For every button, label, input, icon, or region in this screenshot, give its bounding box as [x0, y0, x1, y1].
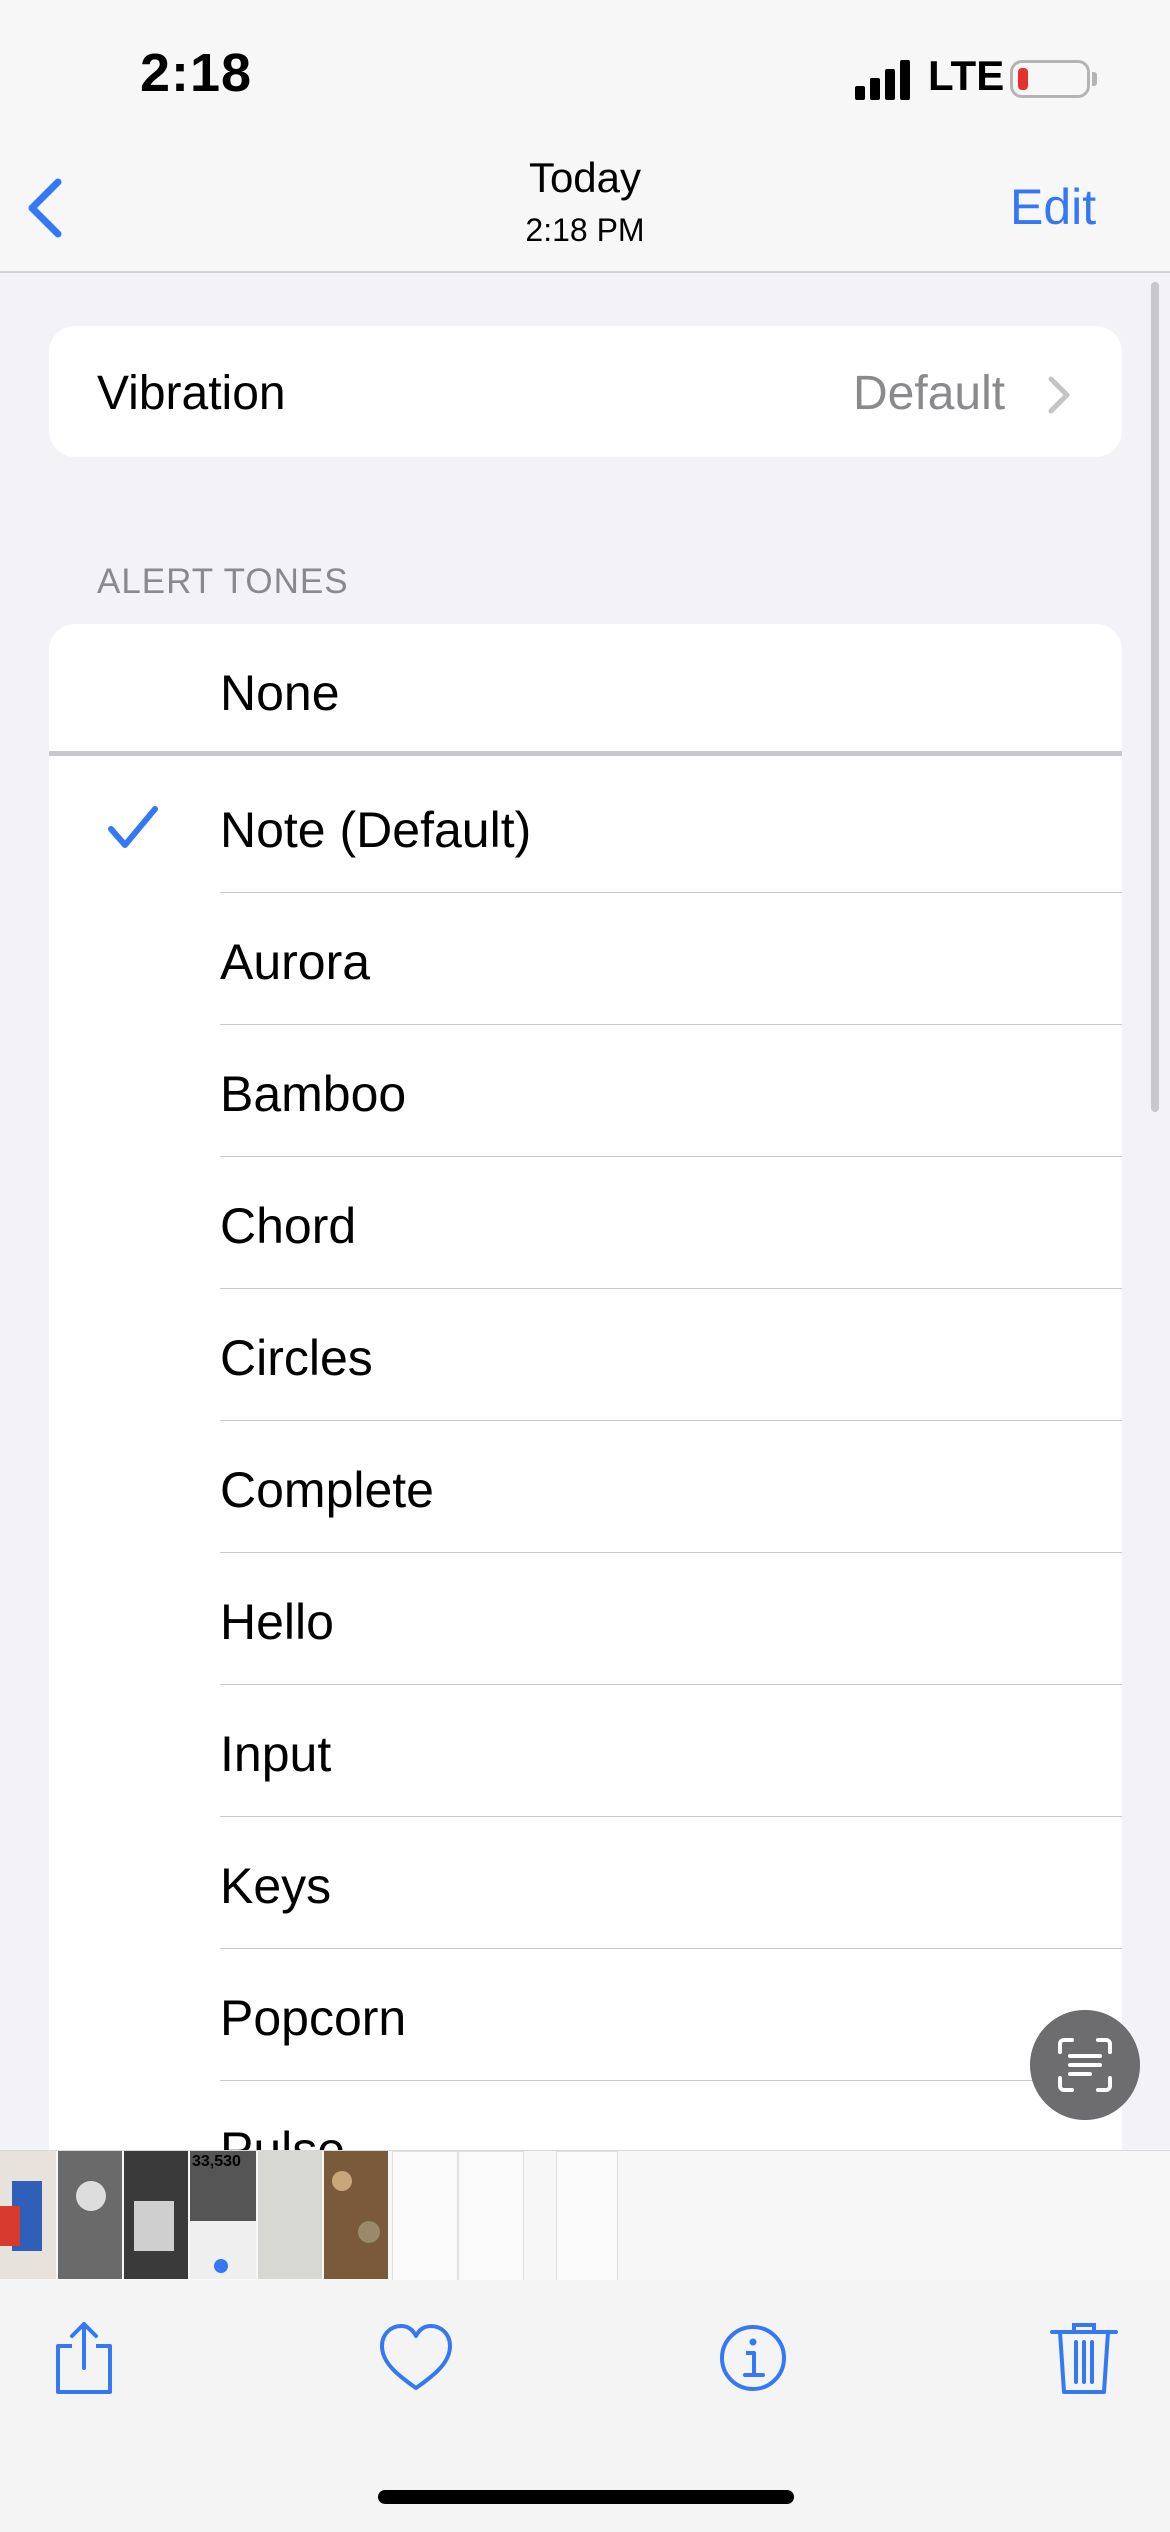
- tone-label: Circles: [220, 1330, 373, 1386]
- info-icon[interactable]: [713, 2318, 793, 2398]
- checkmark-icon: [108, 806, 158, 848]
- tone-row-aurora[interactable]: Aurora: [49, 893, 1122, 1025]
- tone-label: Hello: [220, 1594, 334, 1650]
- battery-tip: [1092, 72, 1097, 86]
- thumbnail[interactable]: 33,530: [190, 2151, 256, 2279]
- thumbnail[interactable]: [324, 2151, 388, 2279]
- tone-row-popcorn[interactable]: Popcorn: [49, 1949, 1122, 2081]
- tone-row-chord[interactable]: Chord: [49, 1157, 1122, 1289]
- nav-title: Today: [528, 154, 642, 201]
- tone-label: Note (Default): [220, 802, 532, 858]
- heart-icon[interactable]: [376, 2318, 456, 2398]
- tone-row-pulse[interactable]: Pulse: [49, 2081, 1122, 2154]
- tone-label: Bamboo: [220, 1066, 407, 1122]
- tone-row-none[interactable]: None: [49, 624, 1122, 756]
- tone-label: Chord: [220, 1198, 357, 1254]
- share-icon[interactable]: [44, 2318, 124, 2398]
- tone-row-hello[interactable]: Hello: [49, 1553, 1122, 1685]
- thumbnail-text: 33,530: [192, 2153, 241, 2170]
- tone-label: Popcorn: [220, 1990, 407, 2046]
- status-time: 2:18: [140, 43, 253, 103]
- vibration-label: Vibration: [97, 367, 286, 420]
- tone-label: None: [220, 665, 340, 721]
- thumbnail[interactable]: [458, 2151, 524, 2281]
- tone-row-note-default[interactable]: Note (Default): [49, 761, 1122, 893]
- nav-subtitle: 2:18 PM: [525, 212, 645, 248]
- network-type: LTE: [928, 52, 1005, 99]
- tone-row-complete[interactable]: Complete: [49, 1421, 1122, 1553]
- tone-label: Complete: [220, 1462, 434, 1518]
- thumbnail[interactable]: [556, 2151, 618, 2281]
- tone-row-bamboo[interactable]: Bamboo: [49, 1025, 1122, 1157]
- thumbnail[interactable]: [58, 2151, 122, 2279]
- battery-icon: [1010, 60, 1090, 98]
- alert-tones-list: None Note (Default) Aurora Bamboo Chord …: [49, 624, 1122, 2154]
- trash-icon[interactable]: [1044, 2318, 1124, 2398]
- chevron-right-icon: [1048, 376, 1070, 414]
- tone-label: Aurora: [220, 934, 371, 990]
- cellular-signal-icon: [855, 60, 910, 100]
- tone-label: Keys: [220, 1858, 332, 1914]
- thumbnail[interactable]: [0, 2151, 56, 2279]
- tone-row-input[interactable]: Input: [49, 1685, 1122, 1817]
- tone-label: Input: [220, 1726, 332, 1782]
- scroll-indicator[interactable]: [1151, 282, 1159, 1112]
- vibration-value: Default: [853, 367, 1006, 420]
- live-text-icon[interactable]: [1030, 2010, 1140, 2120]
- tone-row-circles[interactable]: Circles: [49, 1289, 1122, 1421]
- edit-button[interactable]: Edit: [1010, 178, 1096, 236]
- thumbnail[interactable]: [124, 2151, 188, 2279]
- thumbnail[interactable]: [392, 2151, 458, 2281]
- home-indicator: [378, 2490, 794, 2504]
- section-header-alert-tones: ALERT TONES: [97, 562, 349, 601]
- thumbnail-strip[interactable]: 33,530: [0, 2150, 1170, 2281]
- thumbnail[interactable]: [258, 2151, 322, 2279]
- separator: [49, 751, 1122, 756]
- back-chevron-icon[interactable]: [18, 168, 78, 248]
- tone-row-keys[interactable]: Keys: [49, 1817, 1122, 1949]
